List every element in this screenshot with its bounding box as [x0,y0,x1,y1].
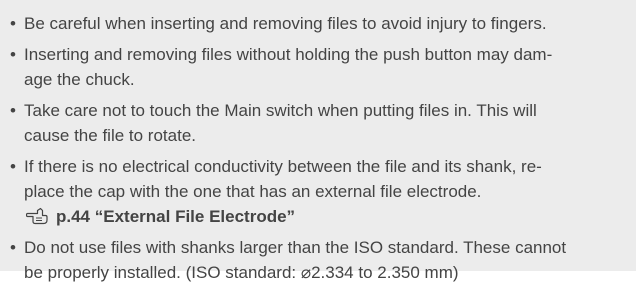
reference-title: “External File Electrode” [94,207,296,226]
note-item-iso-standard: • Do not use files with shanks larger th… [10,235,626,285]
bullet-icon: • [10,14,16,33]
bullet-icon: • [10,157,16,176]
note-item-conductivity: • If there is no electrical conductivity… [10,154,626,229]
note-item-main-switch: • Take care not to touch the Main switch… [10,98,626,148]
bullet-icon: • [10,101,16,120]
note-item-finger-injury: • Be careful when inserting and removing… [10,11,626,36]
note-item-push-button: • Inserting and removing files without h… [10,42,626,92]
note-text-line: Do not use files with shanks larger than… [24,238,567,257]
note-text-line: place the cap with the one that has an e… [24,182,482,201]
reference-page-number: p.44 [56,207,91,226]
external-file-electrode-reference-link[interactable]: p.44 “External File Electrode” [26,204,626,229]
note-text-line: age the chuck. [24,70,135,89]
note-text-line: Take care not to touch the Main switch w… [24,101,537,120]
bullet-icon: • [10,45,16,64]
note-text-line: Inserting and removing files without hol… [24,45,553,64]
caution-notes-panel: • Be careful when inserting and removing… [0,0,636,282]
note-text-line: be properly installed. (ISO standard: ⌀2… [24,263,459,282]
note-text-line: Be careful when inserting and removing f… [24,14,547,33]
note-text-line: cause the file to rotate. [24,126,196,145]
note-text-line: If there is no electrical conductivity b… [24,157,542,176]
pointing-hand-reference-icon [26,207,48,225]
bullet-icon: • [10,238,16,257]
